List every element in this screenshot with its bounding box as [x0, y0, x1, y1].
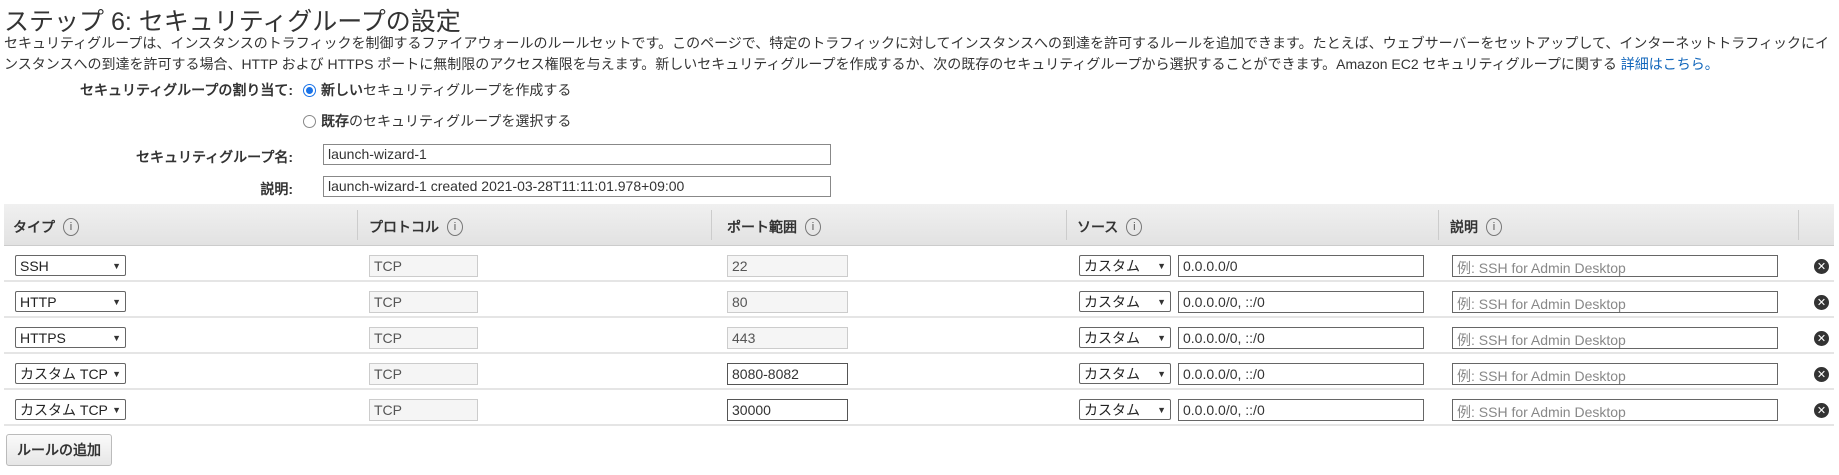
port-range-input: 80 [727, 291, 848, 313]
radio-existing-group[interactable]: 既存のセキュリティグループを選択する [303, 111, 571, 131]
rule-description-input[interactable]: 例: SSH for Admin Desktop [1452, 327, 1778, 349]
type-select[interactable]: カスタム TCP ▼ [15, 399, 126, 420]
chevron-down-icon: ▼ [112, 260, 121, 271]
remove-rule-icon[interactable]: ✕ [1814, 403, 1829, 418]
group-desc-label: 説明: [260, 181, 293, 197]
protocol-field: TCP [369, 327, 478, 349]
protocol-field: TCP [369, 291, 478, 313]
chevron-down-icon: ▼ [112, 368, 121, 379]
header-port-range: ポート範囲 i [727, 217, 821, 237]
radio-unchecked-icon[interactable] [303, 114, 316, 128]
column-divider [1438, 210, 1439, 240]
header-description: 説明 i [1450, 217, 1502, 237]
type-select[interactable]: カスタム TCP ▼ [15, 363, 126, 384]
chevron-down-icon: ▼ [112, 296, 121, 307]
type-select[interactable]: HTTPS ▼ [15, 327, 126, 348]
source-type-select[interactable]: カスタム ▼ [1079, 399, 1171, 420]
radio-checked-icon[interactable] [303, 83, 316, 97]
rule-description-input[interactable]: 例: SSH for Admin Desktop [1452, 291, 1778, 313]
chevron-down-icon: ▼ [1157, 368, 1166, 379]
assign-label: セキュリティグループの割り当て: [80, 82, 293, 98]
rule-description-input[interactable]: 例: SSH for Admin Desktop [1452, 255, 1778, 277]
chevron-down-icon: ▼ [1157, 332, 1166, 343]
protocol-field: TCP [369, 255, 478, 277]
radio-new-label: 新しいセキュリティグループを作成する [321, 82, 572, 98]
learn-more-link[interactable]: 詳細はこちら。 [1621, 56, 1719, 72]
header-protocol: プロトコル i [369, 217, 463, 237]
protocol-field: TCP [369, 363, 478, 385]
source-input[interactable]: 0.0.0.0/0, ::/0 [1178, 399, 1424, 421]
source-type-select[interactable]: カスタム ▼ [1079, 363, 1171, 384]
port-range-input[interactable]: 30000 [727, 399, 848, 421]
source-input[interactable]: 0.0.0.0/0 [1178, 255, 1424, 277]
remove-rule-icon[interactable]: ✕ [1814, 295, 1829, 310]
rule-description-input[interactable]: 例: SSH for Admin Desktop [1452, 399, 1778, 421]
info-icon[interactable]: i [805, 218, 821, 236]
rules-table-header: タイプ i プロトコル i ポート範囲 i ソース i 説明 i [4, 204, 1834, 246]
source-type-select[interactable]: カスタム ▼ [1079, 327, 1171, 348]
group-name-label: セキュリティグループ名: [136, 149, 293, 165]
remove-rule-icon[interactable]: ✕ [1814, 367, 1829, 382]
column-divider [1066, 210, 1067, 240]
source-input[interactable]: 0.0.0.0/0, ::/0 [1178, 327, 1424, 349]
group-desc-input[interactable]: launch-wizard-1 created 2021-03-28T11:11… [323, 176, 831, 197]
column-divider [357, 210, 358, 240]
chevron-down-icon: ▼ [1157, 296, 1166, 307]
type-select[interactable]: SSH ▼ [15, 255, 126, 276]
table-row: HTTP ▼ TCP 80 カスタム ▼ 0.0.0.0/0, ::/0 例: SS… [4, 282, 1834, 318]
protocol-field: TCP [369, 399, 478, 421]
info-icon[interactable]: i [63, 218, 79, 236]
column-divider [711, 210, 712, 240]
page-description: セキュリティグループは、インスタンスのトラフィックを制御するファイアウォールのル… [4, 33, 1834, 75]
chevron-down-icon: ▼ [112, 404, 121, 415]
type-select[interactable]: HTTP ▼ [15, 291, 126, 312]
source-input[interactable]: 0.0.0.0/0, ::/0 [1178, 363, 1424, 385]
add-rule-button[interactable]: ルールの追加 [6, 434, 112, 466]
table-row: カスタム TCP ▼ TCP 30000 カスタム ▼ 0.0.0.0/0, ::/… [4, 390, 1834, 426]
port-range-input: 443 [727, 327, 848, 349]
column-divider [1798, 210, 1799, 240]
radio-existing-label: 既存のセキュリティグループを選択する [321, 113, 572, 129]
source-input[interactable]: 0.0.0.0/0, ::/0 [1178, 291, 1424, 313]
source-type-select[interactable]: カスタム ▼ [1079, 291, 1171, 312]
radio-new-group[interactable]: 新しいセキュリティグループを作成する [303, 80, 571, 100]
header-type: タイプ i [13, 217, 79, 237]
rule-description-input[interactable]: 例: SSH for Admin Desktop [1452, 363, 1778, 385]
chevron-down-icon: ▼ [1157, 260, 1166, 271]
remove-rule-icon[interactable]: ✕ [1814, 259, 1829, 274]
port-range-input[interactable]: 8080-8082 [727, 363, 848, 385]
port-range-input: 22 [727, 255, 848, 277]
chevron-down-icon: ▼ [1157, 404, 1166, 415]
group-name-input[interactable]: launch-wizard-1 [323, 144, 831, 165]
source-type-select[interactable]: カスタム ▼ [1079, 255, 1171, 276]
chevron-down-icon: ▼ [112, 332, 121, 343]
table-row: HTTPS ▼ TCP 443 カスタム ▼ 0.0.0.0/0, ::/0 例: … [4, 318, 1834, 354]
description-text: セキュリティグループは、インスタンスのトラフィックを制御するファイアウォールのル… [4, 35, 1830, 72]
header-source: ソース i [1077, 217, 1143, 237]
info-icon[interactable]: i [447, 218, 463, 236]
table-row: SSH ▼ TCP 22 カスタム ▼ 0.0.0.0/0 例: SSH for A… [4, 246, 1834, 282]
info-icon[interactable]: i [1126, 218, 1143, 236]
table-row: カスタム TCP ▼ TCP 8080-8082 カスタム ▼ 0.0.0.0/0,… [4, 354, 1834, 390]
remove-rule-icon[interactable]: ✕ [1814, 331, 1829, 346]
info-icon[interactable]: i [1486, 218, 1502, 236]
